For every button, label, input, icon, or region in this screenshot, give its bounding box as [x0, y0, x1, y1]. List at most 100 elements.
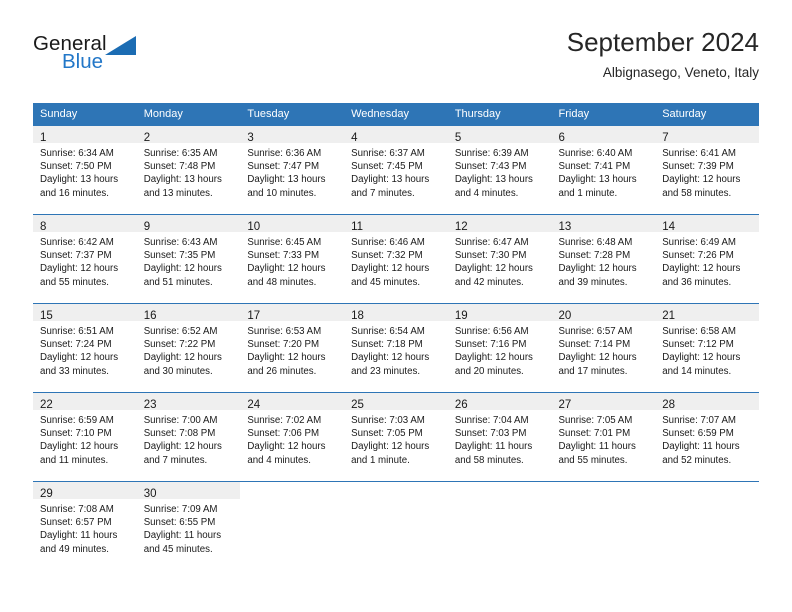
day-number: 25 [351, 399, 364, 411]
weekday-header-sunday: Sunday [33, 103, 137, 126]
sunset-text: Sunset: 7:22 PM [143, 339, 216, 351]
daylight-text-line2: and 1 minute. [351, 454, 410, 466]
day-cell[interactable]: 6 Sunrise: 6:40 AM Sunset: 7:41 PM Daylight… [551, 126, 656, 215]
daylight-text-line1: Daylight: 12 hours [558, 352, 637, 364]
sunset-text: Sunset: 7:28 PM [558, 250, 631, 262]
daylight-text-line2: and 52 minutes. [662, 454, 732, 466]
sunrise-text: Sunrise: 6:52 AM [143, 326, 218, 337]
daylight-text-line2: and 11 minutes. [40, 454, 109, 466]
day-cell[interactable]: 21 Sunrise: 6:58 AM Sunset: 7:12 PM Dayligh… [655, 303, 759, 393]
day-cell[interactable]: 17 Sunrise: 6:53 AM Sunset: 7:20 PM Dayligh… [240, 303, 345, 393]
daylight-text-line1: Daylight: 12 hours [40, 441, 119, 453]
day-cell[interactable]: 19 Sunrise: 6:56 AM Sunset: 7:16 PM Dayligh… [447, 303, 552, 393]
day-cell[interactable]: 2 Sunrise: 6:35 AM Sunset: 7:48 PM Daylight… [136, 126, 241, 215]
day-cell[interactable]: 16 Sunrise: 6:52 AM Sunset: 7:22 PM Dayligh… [136, 303, 241, 393]
day-number: 17 [247, 310, 261, 322]
day-cell[interactable]: 27 Sunrise: 7:05 AM Sunset: 7:01 PM Dayligh… [551, 392, 656, 482]
day-cell[interactable]: 25 Sunrise: 7:03 AM Sunset: 7:05 PM Dayligh… [344, 392, 448, 482]
daylight-text-line1: Daylight: 13 hours [143, 174, 222, 186]
sunset-text: Sunset: 7:24 PM [40, 339, 112, 351]
day-cell[interactable]: 8 Sunrise: 6:42 AM Sunset: 7:37 PM Daylight… [33, 214, 137, 304]
day-cell[interactable]: 14 Sunrise: 6:49 AM Sunset: 7:26 PM Dayligh… [655, 214, 759, 304]
daylight-text-line1: Daylight: 12 hours [351, 352, 430, 364]
sunset-text: Sunset: 6:57 PM [40, 517, 112, 529]
sunset-text: Sunset: 7:33 PM [247, 250, 320, 262]
day-cell[interactable]: 22 Sunrise: 6:59 AM Sunset: 7:10 PM Dayligh… [33, 392, 137, 482]
daylight-text-line2: and 20 minutes. [454, 365, 524, 377]
day-cell[interactable]: 3 Sunrise: 6:36 AM Sunset: 7:47 PM Daylight… [240, 126, 345, 215]
day-cell[interactable]: 9 Sunrise: 6:43 AM Sunset: 7:35 PM Daylight… [136, 214, 241, 304]
weekday-header-row: Sunday Monday Tuesday Wednesday Thursday… [33, 103, 759, 126]
day-cell[interactable]: 29 Sunrise: 7:08 AM Sunset: 6:57 PM Dayligh… [33, 481, 137, 570]
general-blue-logo[interactable]: General Blue [33, 33, 173, 86]
day-cell[interactable]: 30 Sunrise: 7:09 AM Sunset: 6:55 PM Dayligh… [136, 481, 241, 570]
daylight-text-line1: Daylight: 12 hours [143, 441, 222, 453]
sunrise-text: Sunrise: 6:45 AM [247, 237, 322, 248]
day-cell[interactable]: 26 Sunrise: 7:04 AM Sunset: 7:03 PM Dayligh… [447, 392, 552, 482]
day-cell[interactable]: 18 Sunrise: 6:54 AM Sunset: 7:18 PM Dayligh… [344, 303, 448, 393]
daylight-text-line1: Daylight: 12 hours [143, 263, 222, 275]
day-number: 26 [454, 399, 468, 411]
daylight-text-line2: and 23 minutes. [351, 365, 421, 377]
day-number: 29 [40, 488, 53, 500]
sunrise-text: Sunrise: 7:04 AM [454, 415, 529, 426]
day-cell[interactable]: 20 Sunrise: 6:57 AM Sunset: 7:14 PM Dayligh… [551, 303, 656, 393]
day-cell[interactable]: 24 Sunrise: 7:02 AM Sunset: 7:06 PM Dayligh… [240, 392, 345, 482]
day-number: 1 [40, 132, 47, 144]
day-number: 24 [247, 399, 261, 411]
daylight-text-line1: Daylight: 12 hours [662, 263, 741, 275]
day-cell[interactable]: 4 Sunrise: 6:37 AM Sunset: 7:45 PM Daylight… [344, 126, 448, 215]
day-number: 11 [351, 221, 364, 233]
week-row: 1 Sunrise: 6:34 AM Sunset: 7:50 PM Daylight… [33, 126, 759, 215]
week-row: 22 Sunrise: 6:59 AM Sunset: 7:10 PM Dayligh… [33, 392, 759, 482]
page-title: September 2024 [566, 27, 759, 57]
daylight-text-line2: and 1 minute. [558, 187, 618, 199]
daylight-text-line2: and 58 minutes. [454, 454, 524, 466]
daylight-text-line1: Daylight: 12 hours [40, 263, 119, 275]
day-cell-empty [655, 481, 759, 570]
daylight-text-line1: Daylight: 11 hours [662, 441, 740, 453]
day-cell[interactable]: 15 Sunrise: 6:51 AM Sunset: 7:24 PM Dayligh… [33, 303, 137, 393]
day-cell-empty [344, 481, 448, 570]
daylight-text-line2: and 30 minutes. [143, 365, 213, 377]
calendar-page: General Blue September 2024 Albignasego,… [0, 0, 792, 612]
day-number: 19 [454, 310, 468, 322]
day-cell[interactable]: 11 Sunrise: 6:46 AM Sunset: 7:32 PM Dayligh… [344, 214, 448, 304]
day-number: 21 [662, 310, 676, 322]
day-number: 27 [558, 399, 572, 411]
weekday-header-thursday: Thursday [447, 103, 552, 126]
day-number: 15 [40, 310, 53, 322]
day-number: 20 [558, 310, 572, 322]
daylight-text-line2: and 42 minutes. [454, 276, 524, 288]
daylight-text-line2: and 14 minutes. [662, 365, 732, 377]
sunrise-text: Sunrise: 7:05 AM [558, 415, 633, 426]
day-cell[interactable]: 23 Sunrise: 7:00 AM Sunset: 7:08 PM Dayligh… [136, 392, 241, 482]
day-cell-empty [551, 481, 656, 570]
sunset-text: Sunset: 7:14 PM [558, 339, 631, 351]
weekday-header-tuesday: Tuesday [240, 103, 345, 126]
daylight-text-line2: and 45 minutes. [143, 543, 213, 555]
weekday-header-saturday: Saturday [655, 103, 759, 126]
day-cell[interactable]: 5 Sunrise: 6:39 AM Sunset: 7:43 PM Daylight… [447, 126, 552, 215]
sunset-text: Sunset: 7:10 PM [40, 428, 112, 440]
day-number: 7 [662, 132, 669, 144]
sunset-text: Sunset: 7:35 PM [143, 250, 216, 262]
day-number: 5 [454, 132, 462, 144]
day-cell[interactable]: 7 Sunrise: 6:41 AM Sunset: 7:39 PM Daylight… [655, 126, 759, 215]
day-cell[interactable]: 1 Sunrise: 6:34 AM Sunset: 7:50 PM Daylight… [33, 126, 137, 215]
daylight-text-line2: and 39 minutes. [558, 276, 628, 288]
day-cell[interactable]: 10 Sunrise: 6:45 AM Sunset: 7:33 PM Dayligh… [240, 214, 345, 304]
sunrise-text: Sunrise: 7:09 AM [143, 504, 218, 515]
daylight-text-line2: and 36 minutes. [662, 276, 732, 288]
day-cell[interactable]: 28 Sunrise: 7:07 AM Sunset: 6:59 PM Dayligh… [655, 392, 759, 482]
sunrise-text: Sunrise: 6:46 AM [351, 237, 425, 248]
day-cell[interactable]: 12 Sunrise: 6:47 AM Sunset: 7:30 PM Dayligh… [447, 214, 552, 304]
daylight-text-line1: Daylight: 13 hours [40, 174, 119, 186]
sunrise-text: Sunrise: 6:58 AM [662, 326, 736, 337]
daylight-text-line1: Daylight: 12 hours [247, 441, 326, 453]
sunrise-text: Sunrise: 7:03 AM [351, 415, 425, 426]
daylight-text-line1: Daylight: 11 hours [40, 530, 118, 542]
day-cell[interactable]: 13 Sunrise: 6:48 AM Sunset: 7:28 PM Dayligh… [551, 214, 656, 304]
day-number: 23 [143, 399, 157, 411]
sunrise-text: Sunrise: 6:36 AM [247, 148, 322, 159]
